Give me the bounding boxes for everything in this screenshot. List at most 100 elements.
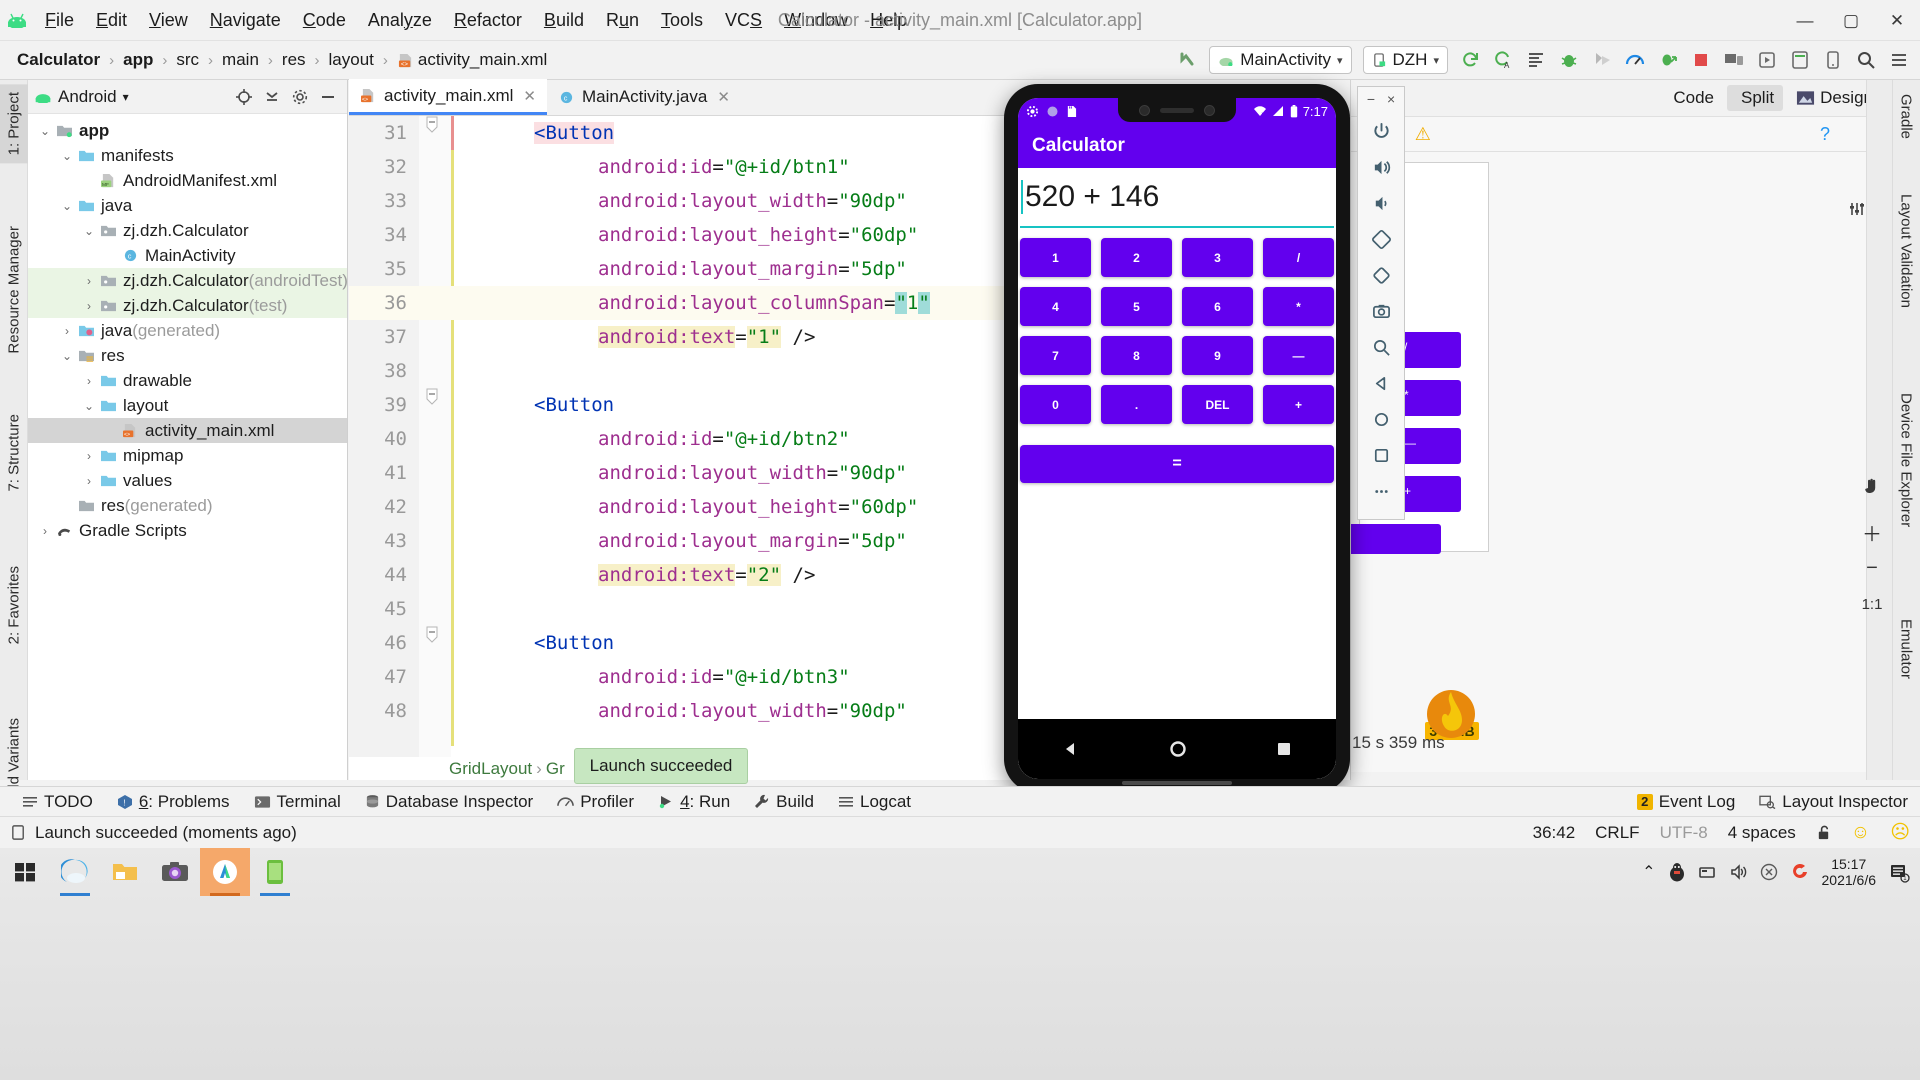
left-rail-resource-manager[interactable]: Resource Manager [0,218,28,362]
tree-node-mipmap[interactable]: › mipmap [28,443,347,468]
tool-window-todo[interactable]: TODO [10,789,105,815]
phone-screen[interactable]: x 7:17 Calculator 520 + 146 1 2 3 / 4 5 … [1018,98,1336,779]
volume-up-icon[interactable] [1364,153,1398,181]
right-rail-device-file-explorer[interactable]: Device File Explorer [1892,385,1920,535]
calc-key-9[interactable]: 9 [1182,336,1253,375]
chevron-right-icon[interactable]: › [80,449,98,463]
tool-window-databaseinspector[interactable]: Database Inspector [353,789,545,815]
pan-hand-icon[interactable] [1854,468,1890,504]
screenshot-icon[interactable] [1364,297,1398,325]
chevron-down-icon[interactable]: ⌄ [58,149,76,163]
tree-node-res[interactable]: res (generated) [28,493,347,518]
mode-split[interactable]: Split [1727,85,1784,111]
camera-icon[interactable] [150,848,200,896]
right-rail-layout-validation[interactable]: Layout Validation [1892,186,1920,316]
line-separator[interactable]: CRLF [1595,823,1639,843]
editor-breadcrumb-item[interactable]: Gr [546,759,565,779]
rotate-right-icon[interactable] [1364,261,1398,289]
chevron-up-icon[interactable]: ⌃ [1642,862,1655,882]
calc-key-dot[interactable]: . [1101,385,1172,424]
more-toolbar-icon[interactable] [1884,45,1914,75]
attach-debugger-icon[interactable] [1653,45,1683,75]
fold-marker[interactable] [425,626,445,643]
target-icon[interactable] [231,84,257,110]
close-icon[interactable]: ✕ [717,88,730,106]
tool-window-problems[interactable]: ! 6: Problems [105,789,242,815]
tree-node-activity-main-xml[interactable]: <> activity_main.xml [28,418,347,443]
chevron-down-icon[interactable]: ⌄ [58,349,76,363]
back-triangle-icon[interactable] [1062,740,1080,758]
calculator-keypad[interactable]: 1 2 3 / 4 5 6 * 7 8 9 — 0. DEL + = [1018,238,1336,483]
left-rail-structure[interactable]: 7: Structure [0,406,28,500]
close-button[interactable]: ✕ [1874,0,1920,41]
calc-key-6[interactable]: 6 [1182,287,1253,326]
menu-item-help[interactable]: Help [859,6,918,35]
file-encoding[interactable]: UTF-8 [1660,823,1708,843]
qq-icon[interactable] [1668,862,1686,882]
zoom-icon[interactable] [1364,333,1398,361]
breadcrumb-item-src[interactable]: src [171,48,204,72]
right-rail-gradle[interactable]: Gradle [1892,86,1920,147]
calc-key-divide[interactable]: / [1263,238,1334,277]
device-manager-icon[interactable] [1719,45,1749,75]
menu-item-window[interactable]: Window [773,6,859,35]
breadcrumb-item-activity_main-xml[interactable]: <> activity_main.xml [392,48,552,72]
caret-position[interactable]: 36:42 [1533,823,1576,843]
chevron-right-icon[interactable]: › [80,274,98,288]
breadcrumb-item-Calculator[interactable]: Calculator [12,48,105,72]
breadcrumb-item-layout[interactable]: layout [324,48,379,72]
tree-node-app[interactable]: ⌄ app [28,118,347,143]
network-icon[interactable] [1698,864,1718,880]
tool-window-build[interactable]: Build [742,789,826,815]
calculator-display[interactable]: 520 + 146 [1018,168,1336,226]
menu-item-file[interactable]: File [34,6,85,35]
calc-key-1[interactable]: 1 [1020,238,1091,277]
design-zoom-controls[interactable]: ＋ − 1:1 [1854,468,1890,622]
run-device-icon[interactable] [1752,45,1782,75]
editor-tab-activity-main-xml[interactable]: <> activity_main.xml ✕ [349,79,547,115]
back-arrow-icon[interactable] [1172,45,1202,75]
tree-node-mainactivity[interactable]: c MainActivity [28,243,347,268]
tree-node-java[interactable]: ⌄ java [28,193,347,218]
home-icon[interactable] [1364,405,1398,433]
run-configuration-selector[interactable]: MainActivity ▾ [1209,46,1352,74]
project-tree[interactable]: ⌄ app ⌄ manifests MF AndroidManifest.xml ⌄ java… [28,114,347,543]
avd-manager-icon[interactable]: A [1488,45,1518,75]
menu-item-code[interactable]: Code [292,6,357,35]
collapse-all-icon[interactable] [259,84,285,110]
calc-key-minus[interactable]: — [1263,336,1334,375]
fold-marker[interactable] [425,116,445,133]
tree-node-drawable[interactable]: › drawable [28,368,347,393]
tool-window-eventlog[interactable]: 2 Event Log [1625,789,1748,815]
breadcrumb-item-res[interactable]: res [277,48,311,72]
zoom-out-button[interactable]: − [1854,550,1890,586]
left-rail-favorites[interactable]: 2: Favorites [0,558,28,652]
calc-key-plus[interactable]: + [1263,385,1334,424]
android-studio-icon[interactable] [200,848,250,896]
tree-node-values[interactable]: › values [28,468,347,493]
stop-button[interactable] [1686,45,1716,75]
sync-project-icon[interactable] [1455,45,1485,75]
menu-item-edit[interactable]: Edit [85,6,138,35]
minimize-button[interactable]: — [1782,0,1828,41]
attributes-sliders-icon[interactable] [1848,200,1866,218]
left-rail-project[interactable]: 1: Project [0,84,28,164]
more-icon[interactable] [1364,477,1398,505]
sogou-icon[interactable] [1790,862,1810,882]
calc-key-multiply[interactable]: * [1263,287,1334,326]
zoom-actual-size-button[interactable]: 1:1 [1854,586,1890,622]
menu-item-build[interactable]: Build [533,6,595,35]
calc-key-2[interactable]: 2 [1101,238,1172,277]
overview-square-icon[interactable] [1276,741,1292,757]
device-selector[interactable]: DZH ▾ [1362,46,1448,74]
rotate-left-icon[interactable] [1364,225,1398,253]
calc-key-8[interactable]: 8 [1101,336,1172,375]
volume-down-icon[interactable] [1364,189,1398,217]
debug-icon[interactable] [1554,45,1584,75]
calc-key-del[interactable]: DEL [1182,385,1253,424]
help-icon[interactable]: ? [1820,124,1830,145]
breadcrumb-item-app[interactable]: app [118,48,158,72]
menu-item-navigate[interactable]: Navigate [199,6,292,35]
zoom-in-button[interactable]: ＋ [1854,514,1890,550]
tool-window-run[interactable]: 4: Run [646,789,742,815]
